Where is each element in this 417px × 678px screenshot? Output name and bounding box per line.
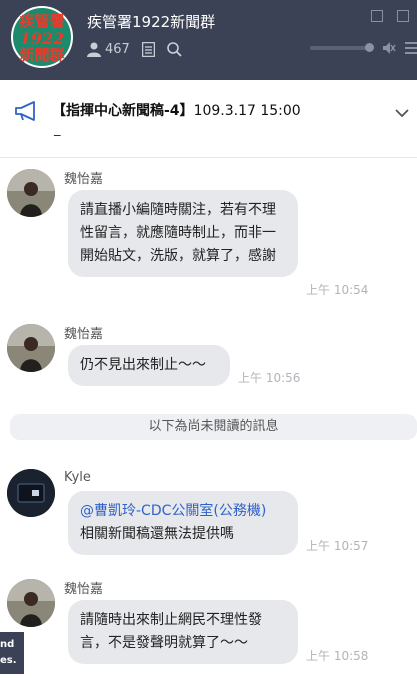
message-time: 上午 10:57 bbox=[306, 539, 369, 553]
person-icon[interactable] bbox=[87, 42, 101, 57]
avatar[interactable] bbox=[7, 169, 55, 217]
announcement-title: 【指揮中心新聞稿-4】 bbox=[52, 103, 194, 119]
member-row: 467 bbox=[87, 42, 182, 57]
avatar[interactable] bbox=[7, 324, 55, 372]
corner-overlay-line: nd bbox=[0, 639, 15, 650]
announcement-continuation: _ bbox=[54, 122, 61, 137]
volume-slider-thumb[interactable] bbox=[365, 43, 374, 52]
message-time: 上午 10:56 bbox=[238, 371, 301, 385]
chat-header: 疾管署 1922 新聞群 疾管署1922新聞群 467 bbox=[0, 0, 417, 80]
window-control-icon[interactable] bbox=[397, 10, 409, 22]
group-avatar-line-3: 新聞群 bbox=[19, 46, 65, 64]
announcement-date: 109.3.17 15:00 bbox=[193, 103, 301, 119]
megaphone-icon bbox=[14, 100, 38, 126]
message-bubble[interactable]: 請隨時出來制止網民不理性發言，不是發聲明就算了～～ bbox=[68, 600, 298, 664]
message-bubble[interactable]: 請直播小編隨時關注，若有不理性留言，就應隨時制止，而非一開始貼文，洗版，就算了，… bbox=[68, 190, 298, 277]
window-control-icon[interactable] bbox=[371, 10, 383, 22]
group-avatar-line-2: 1922 bbox=[19, 29, 65, 48]
sender-name: 魏怡嘉 bbox=[64, 172, 104, 187]
announcement-text: 【指揮中心新聞稿-4】109.3.17 15:00 bbox=[52, 100, 301, 120]
message-time: 上午 10:58 bbox=[306, 649, 369, 663]
avatar[interactable] bbox=[7, 469, 55, 517]
group-avatar-line-1: 疾管署 bbox=[19, 12, 65, 30]
sender-name: Kyle bbox=[64, 470, 91, 485]
avatar[interactable] bbox=[7, 579, 55, 627]
group-title: 疾管署1922新聞群 bbox=[87, 13, 216, 31]
message-text: 相關新聞稿還無法提供嗎 bbox=[80, 526, 234, 542]
message-time: 上午 10:54 bbox=[306, 283, 369, 297]
window-controls bbox=[371, 10, 417, 22]
member-count[interactable]: 467 bbox=[105, 42, 130, 57]
message-bubble[interactable]: @曹凱玲-CDC公關室(公務機) 相關新聞稿還無法提供嗎 bbox=[68, 491, 298, 555]
sender-name: 魏怡嘉 bbox=[64, 582, 104, 597]
unread-divider: 以下為尚未閱讀的訊息 bbox=[10, 414, 417, 440]
menu-icon[interactable] bbox=[405, 40, 417, 59]
sender-name: 魏怡嘉 bbox=[64, 327, 104, 342]
note-icon[interactable] bbox=[141, 42, 155, 57]
mention-link[interactable]: @曹凱玲-CDC公關室(公務機) bbox=[80, 500, 286, 523]
search-icon[interactable] bbox=[167, 42, 182, 57]
mute-icon[interactable] bbox=[382, 40, 396, 59]
announcement-banner[interactable]: 【指揮中心新聞稿-4】109.3.17 15:00 _ bbox=[0, 80, 417, 158]
volume-slider[interactable] bbox=[310, 43, 374, 52]
corner-overlay: nd es. bbox=[0, 632, 24, 674]
corner-overlay-line: es. bbox=[0, 655, 17, 666]
group-avatar[interactable]: 疾管署 1922 新聞群 bbox=[11, 6, 73, 68]
chevron-down-icon[interactable] bbox=[395, 103, 409, 122]
message-bubble[interactable]: 仍不見出來制止～～ bbox=[68, 345, 230, 386]
chat-area[interactable]: 魏怡嘉 請直播小編隨時關注，若有不理性留言，就應隨時制止，而非一開始貼文，洗版，… bbox=[0, 159, 417, 678]
